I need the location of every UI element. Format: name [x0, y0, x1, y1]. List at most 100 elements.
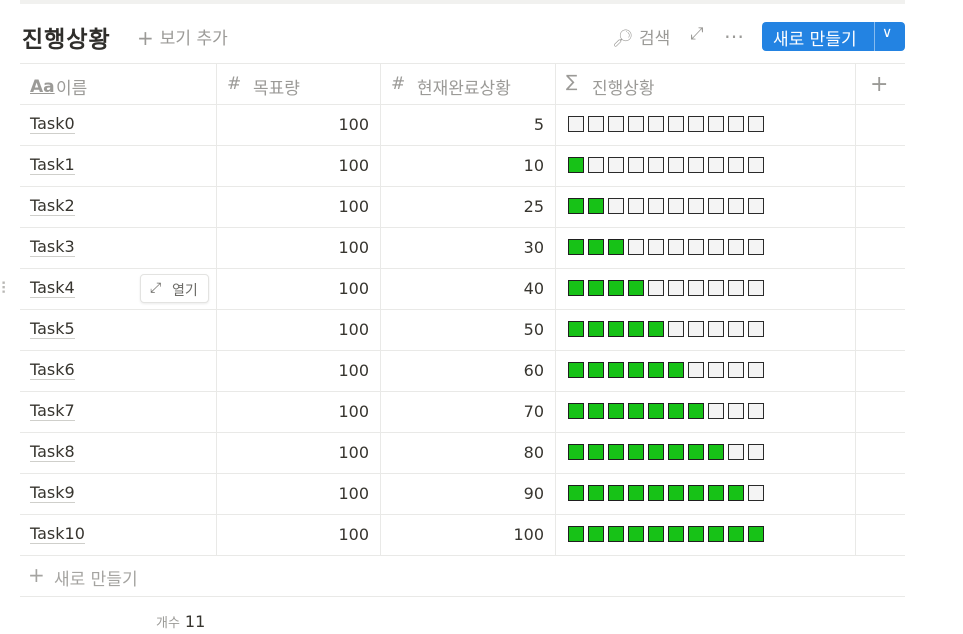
cell-progress[interactable]: [556, 269, 856, 309]
table-row[interactable]: Task7 100 70: [20, 392, 905, 433]
task-name[interactable]: Task0: [30, 115, 75, 134]
column-header-current[interactable]: # 현재완료상황: [381, 64, 556, 104]
progress-square-filled: [648, 403, 664, 419]
cell-name[interactable]: Task3: [20, 228, 217, 268]
cell-target[interactable]: 100: [217, 228, 381, 268]
cell-target[interactable]: 100: [217, 146, 381, 186]
add-view-button[interactable]: + 보기 추가: [137, 24, 228, 50]
progress-square-filled: [688, 526, 704, 542]
progress-square-empty: [628, 157, 644, 173]
table-row[interactable]: Task1 100 10: [20, 146, 905, 187]
cell-current[interactable]: 50: [381, 310, 556, 350]
progress-square-empty: [628, 239, 644, 255]
table-row[interactable]: ⠇ Task4 ⤢ 열기 100 40: [0, 269, 905, 310]
cell-progress[interactable]: [556, 187, 856, 227]
cell-name[interactable]: Task10: [20, 515, 217, 555]
cell-target[interactable]: 100: [217, 433, 381, 473]
cell-progress[interactable]: [556, 392, 856, 432]
cell-name[interactable]: Task1: [20, 146, 217, 186]
task-name[interactable]: Task2: [30, 197, 75, 216]
open-label: 열기: [172, 283, 198, 299]
cell-current[interactable]: 90: [381, 474, 556, 514]
task-name[interactable]: Task7: [30, 402, 75, 421]
column-header-target[interactable]: # 목표량: [217, 64, 381, 104]
cell-target[interactable]: 100: [217, 310, 381, 350]
cell-target[interactable]: 100: [217, 187, 381, 227]
new-button[interactable]: 새로 만들기 ∨: [762, 22, 905, 51]
chevron-down-icon[interactable]: ∨: [882, 25, 892, 41]
cell-current[interactable]: 30: [381, 228, 556, 268]
progress-bar: [568, 485, 764, 501]
task-name[interactable]: Task8: [30, 443, 75, 462]
progress-square-filled: [608, 403, 624, 419]
task-name[interactable]: Task6: [30, 361, 75, 380]
cell-name[interactable]: ⠇ Task4 ⤢ 열기: [0, 269, 217, 309]
cell-progress[interactable]: [556, 105, 856, 145]
cell-current[interactable]: 60: [381, 351, 556, 391]
cell-name[interactable]: Task9: [20, 474, 217, 514]
cell-progress[interactable]: [556, 228, 856, 268]
task-name[interactable]: Task3: [30, 238, 75, 257]
task-name[interactable]: Task1: [30, 156, 75, 175]
cell-name[interactable]: Task0: [20, 105, 217, 145]
add-property-button[interactable]: +: [856, 64, 905, 104]
cell-progress[interactable]: [556, 146, 856, 186]
cell-current[interactable]: 80: [381, 433, 556, 473]
cell-current[interactable]: 5: [381, 105, 556, 145]
cell-current[interactable]: 25: [381, 187, 556, 227]
cell-name[interactable]: Task7: [20, 392, 217, 432]
search-button[interactable]: 🔎︎ 검색: [612, 24, 670, 49]
cell-name[interactable]: Task5: [20, 310, 217, 350]
task-name[interactable]: Task4: [30, 279, 75, 298]
cell-target[interactable]: 100: [217, 515, 381, 555]
table-row[interactable]: Task0 100 5: [20, 105, 905, 146]
cell-current[interactable]: 40: [381, 269, 556, 309]
cell-progress[interactable]: [556, 351, 856, 391]
cell-target[interactable]: 100: [217, 105, 381, 145]
cell-name[interactable]: Task2: [20, 187, 217, 227]
table-row[interactable]: Task2 100 25: [20, 187, 905, 228]
cell-target[interactable]: 100: [217, 392, 381, 432]
expand-icon[interactable]: ⤢: [690, 24, 704, 44]
cell-empty: [856, 515, 905, 555]
cell-name[interactable]: Task8: [20, 433, 217, 473]
drag-handle-icon[interactable]: ⠇: [0, 279, 12, 298]
cell-target[interactable]: 100: [217, 351, 381, 391]
column-header-progress[interactable]: ∑ 진행상황: [556, 64, 856, 104]
cell-progress[interactable]: [556, 433, 856, 473]
table-row[interactable]: Task3 100 30: [20, 228, 905, 269]
table-row[interactable]: Task9 100 90: [20, 474, 905, 515]
plus-icon: +: [28, 563, 45, 587]
search-label: 검색: [639, 29, 671, 49]
cell-progress[interactable]: [556, 474, 856, 514]
table-row[interactable]: Task8 100 80: [20, 433, 905, 474]
progress-square-empty: [648, 116, 664, 132]
cell-current[interactable]: 70: [381, 392, 556, 432]
cell-target[interactable]: 100: [217, 269, 381, 309]
table-row[interactable]: Task10 100 100: [20, 515, 905, 556]
more-options-icon[interactable]: …: [724, 19, 745, 43]
progress-square-filled: [648, 362, 664, 378]
cell-current[interactable]: 100: [381, 515, 556, 555]
cell-progress[interactable]: [556, 515, 856, 555]
cell-target[interactable]: 100: [217, 474, 381, 514]
cell-current[interactable]: 10: [381, 146, 556, 186]
open-page-button[interactable]: ⤢ 열기: [140, 274, 209, 303]
task-name[interactable]: Task9: [30, 484, 75, 503]
progress-square-empty: [688, 116, 704, 132]
table-row[interactable]: Task6 100 60: [20, 351, 905, 392]
column-header-name[interactable]: Aa 이름: [20, 64, 217, 104]
progress-square-filled: [668, 444, 684, 460]
current-value: 60: [523, 361, 544, 380]
task-name[interactable]: Task10: [30, 525, 85, 544]
table-body: Task0 100 5 Task1 100 10 Task2 100 25 Task3 100 30 ⠇…: [0, 105, 905, 556]
table-row[interactable]: Task5 100 50: [20, 310, 905, 351]
progress-square-empty: [728, 321, 744, 337]
cell-progress[interactable]: [556, 310, 856, 350]
task-name[interactable]: Task5: [30, 320, 75, 339]
cell-name[interactable]: Task6: [20, 351, 217, 391]
progress-square-filled: [568, 198, 584, 214]
progress-square-filled: [708, 526, 724, 542]
new-row-button[interactable]: + 새로 만들기: [20, 556, 905, 597]
progress-square-empty: [688, 157, 704, 173]
